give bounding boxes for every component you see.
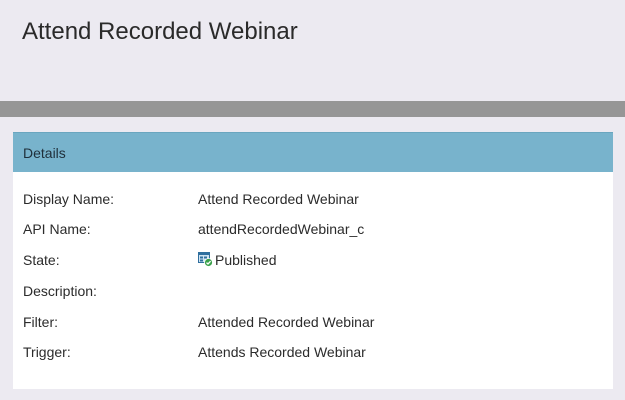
details-panel-title: Details	[23, 145, 66, 161]
trigger-value: Attends Recorded Webinar	[198, 344, 366, 360]
filter-value: Attended Recorded Webinar	[198, 314, 375, 330]
filter-label: Filter:	[23, 314, 58, 330]
detail-row-trigger: Trigger: Attends Recorded Webinar	[23, 342, 603, 362]
header-divider	[0, 101, 625, 117]
trigger-label: Trigger:	[23, 344, 71, 360]
api-name-label: API Name:	[23, 221, 91, 237]
state-value-text: Published	[215, 252, 277, 268]
detail-row-state: State: Published	[23, 250, 603, 270]
state-label: State:	[23, 252, 60, 268]
api-name-value: attendRecordedWebinar_c	[198, 221, 365, 237]
detail-row-filter: Filter: Attended Recorded Webinar	[23, 312, 603, 332]
page-title: Attend Recorded Webinar	[22, 18, 298, 45]
display-name-value: Attend Recorded Webinar	[198, 191, 359, 207]
description-label: Description:	[23, 283, 97, 299]
published-status-icon	[198, 252, 213, 267]
details-panel-header: Details	[13, 132, 613, 172]
detail-row-description: Description:	[23, 281, 603, 301]
display-name-label: Display Name:	[23, 191, 115, 207]
detail-row-display-name: Display Name: Attend Recorded Webinar	[23, 189, 603, 209]
detail-row-api-name: API Name: attendRecordedWebinar_c	[23, 219, 603, 239]
page-header: Attend Recorded Webinar	[0, 0, 625, 101]
details-panel: Details Display Name: Attend Recorded We…	[13, 132, 613, 389]
state-value: Published	[198, 250, 277, 270]
